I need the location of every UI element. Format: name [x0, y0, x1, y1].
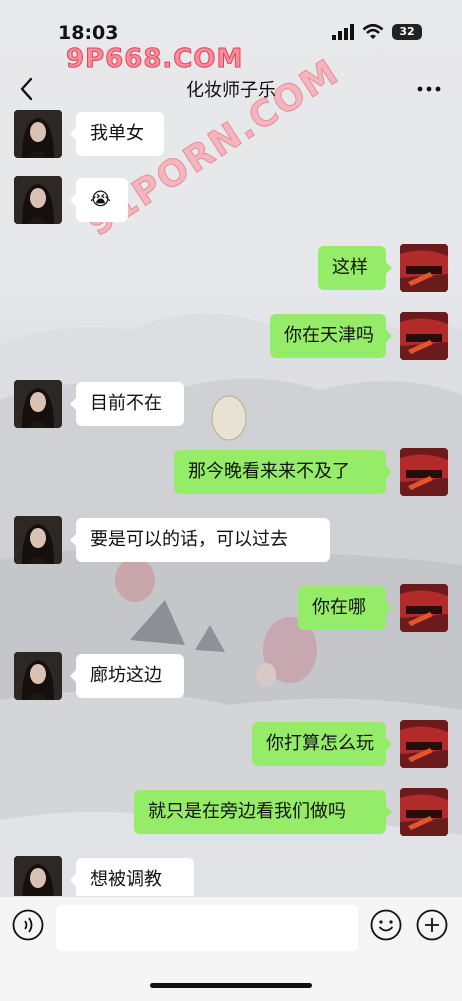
message-bubble-sent[interactable]: 你在哪: [298, 586, 392, 630]
contact-avatar[interactable]: [14, 652, 62, 700]
plus-icon[interactable]: [416, 909, 448, 941]
status-time: 18:03: [58, 22, 119, 44]
contact-avatar[interactable]: [14, 110, 62, 158]
my-avatar[interactable]: [400, 788, 448, 836]
message-bubble-received[interactable]: 廊坊这边: [70, 654, 184, 698]
battery-icon: 32: [392, 24, 422, 40]
contact-avatar[interactable]: [14, 176, 62, 224]
status-icons: 32: [332, 24, 422, 40]
my-avatar[interactable]: [400, 584, 448, 632]
message-bubble-sent[interactable]: 那今晚看来来不及了: [174, 450, 392, 494]
message-bubble-received[interactable]: 😭: [70, 178, 128, 222]
message-input[interactable]: [56, 905, 358, 951]
wifi-icon: [362, 24, 384, 39]
contact-avatar[interactable]: [14, 380, 62, 428]
my-avatar[interactable]: [400, 312, 448, 360]
message-bubble-received[interactable]: 目前不在: [70, 382, 184, 426]
contact-avatar[interactable]: [14, 516, 62, 564]
voice-icon[interactable]: [12, 909, 44, 941]
nav-bar: 化妆师子乐: [0, 62, 462, 116]
signal-icon: [332, 24, 354, 40]
home-indicator: [150, 983, 312, 988]
my-avatar[interactable]: [400, 720, 448, 768]
emoji-icon[interactable]: [370, 909, 402, 941]
message-bubble-received[interactable]: 我单女: [70, 112, 164, 156]
message-bubble-sent[interactable]: 你打算怎么玩: [252, 722, 392, 766]
more-icon[interactable]: [416, 74, 442, 104]
message-bubble-sent[interactable]: 这样: [318, 246, 392, 290]
my-avatar[interactable]: [400, 448, 448, 496]
message-bubble-received[interactable]: 要是可以的话，可以过去: [70, 518, 330, 562]
message-bubble-sent[interactable]: 你在天津吗: [270, 314, 392, 358]
chat-title: 化妆师子乐: [186, 80, 276, 101]
message-bubble-sent[interactable]: 就只是在旁边看我们做吗: [134, 790, 392, 834]
my-avatar[interactable]: [400, 244, 448, 292]
